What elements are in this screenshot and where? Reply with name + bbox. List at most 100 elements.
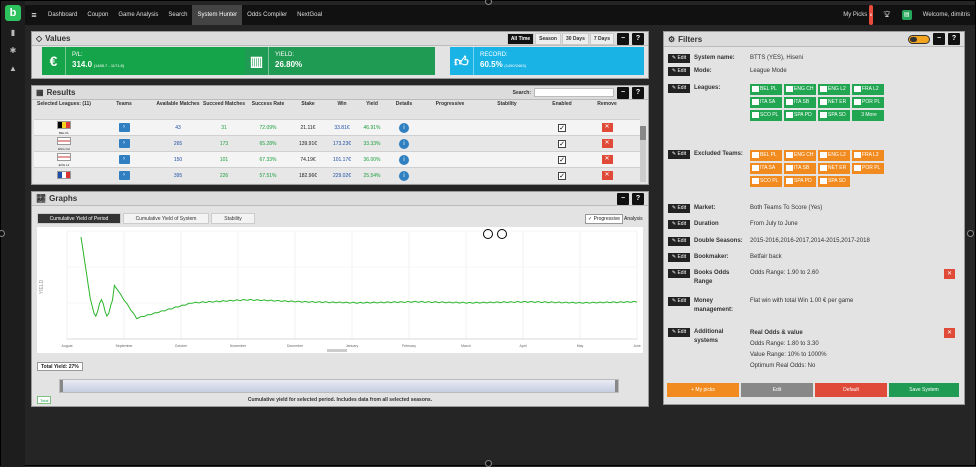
nav-search[interactable]: Search <box>163 5 192 25</box>
enabled-checkbox[interactable]: ✓ <box>558 171 566 180</box>
help-button[interactable]: ? <box>632 86 644 99</box>
expand-teams-button[interactable]: › <box>118 139 130 148</box>
save-system-button[interactable]: Save System <box>889 383 959 397</box>
my-picks-link[interactable]: My Picks 8 <box>838 5 878 25</box>
col-success-rate[interactable]: Success Rate <box>246 101 290 107</box>
results-scrollbar[interactable] <box>640 126 646 182</box>
league-chip[interactable]: ITA SB <box>784 97 816 108</box>
notification-icon[interactable]: ▤ <box>901 10 912 20</box>
edit-button[interactable]: ✎ Edit <box>668 150 690 159</box>
league-chip[interactable]: ENG CH <box>784 84 816 95</box>
league-chip[interactable]: SCO PL <box>750 176 782 187</box>
nav-system-hunter[interactable]: System Hunter <box>192 5 243 25</box>
expand-teams-button[interactable]: › <box>118 171 130 180</box>
app-logo[interactable]: b <box>5 5 21 21</box>
nav-dashboard[interactable]: Dashboard <box>43 5 82 25</box>
info-icon[interactable]: i <box>399 122 409 133</box>
league-chip[interactable]: SCO PL <box>750 110 782 121</box>
league-chip[interactable]: NET ER <box>818 97 850 108</box>
nav-coupon[interactable]: Coupon <box>82 5 113 25</box>
edit-button[interactable]: ✎ Edit <box>668 204 690 213</box>
league-chip[interactable]: ENG L2 <box>818 150 850 161</box>
info-icon[interactable]: i <box>399 138 409 149</box>
expand-teams-button[interactable]: › <box>118 155 130 164</box>
collapse-button[interactable]: − <box>617 86 629 99</box>
period-all-time[interactable]: All Time <box>506 32 535 45</box>
col-remove[interactable]: Remove <box>588 101 626 107</box>
gear-icon[interactable]: ✱ <box>7 45 19 57</box>
my-picks-button[interactable]: + My picks <box>667 383 739 397</box>
league-chip[interactable]: BEL PL <box>750 150 782 161</box>
nav-nextgoal[interactable]: NextGoal <box>292 5 327 25</box>
col-available[interactable]: Available Matches <box>154 101 202 107</box>
tab-cumulative-period[interactable]: Cumulative Yield of Period <box>37 213 121 224</box>
edit-button[interactable]: ✎ Edit <box>668 67 690 76</box>
league-chip[interactable]: FRA L2 <box>852 84 884 95</box>
more-leagues-button[interactable]: 3 More <box>852 110 884 121</box>
cumulative-toggle[interactable] <box>908 34 930 44</box>
enabled-checkbox[interactable]: ✓ <box>558 139 566 148</box>
league-chip[interactable]: SPA SD <box>818 176 850 187</box>
col-details[interactable]: Details <box>386 101 422 107</box>
tab-stability[interactable]: Stability <box>211 213 255 224</box>
dashboard-icon[interactable]: ▮ <box>7 27 19 39</box>
resize-handle-right[interactable] <box>967 230 974 237</box>
remove-button[interactable]: ✕ <box>601 155 613 164</box>
progressive-toggle[interactable]: ✓ Progressive Analysis <box>585 214 643 224</box>
edit-button[interactable]: ✎ Edit <box>668 269 690 278</box>
col-yield[interactable]: Yield <box>358 101 386 107</box>
edit-button[interactable]: ✎ Edit <box>668 84 690 93</box>
progressive-checkbox[interactable]: ✓ Progressive <box>585 214 623 224</box>
search-input[interactable] <box>534 88 614 97</box>
remove-button[interactable]: ✕ <box>601 171 613 180</box>
navigator-right-handle[interactable] <box>615 380 618 392</box>
league-chip[interactable]: FRA L2 <box>852 150 884 161</box>
col-teams[interactable]: Teams <box>94 101 154 107</box>
edit-button[interactable]: ✎ Edit <box>668 328 690 337</box>
info-icon[interactable]: i <box>399 154 409 165</box>
league-chip[interactable]: BEL PL <box>750 84 782 95</box>
tab-cumulative-system[interactable]: Cumulative Yield of System <box>123 213 209 224</box>
trophy-icon[interactable]: 🏆︎ <box>878 5 896 25</box>
collapse-button[interactable]: − <box>617 192 629 205</box>
period-7-days[interactable]: 7 Days <box>589 32 614 45</box>
league-chip[interactable]: ENG L2 <box>818 84 850 95</box>
remove-button[interactable]: ✕ <box>601 139 613 148</box>
league-chip[interactable]: NET ER <box>818 163 850 174</box>
hamburger-icon[interactable]: ≡ <box>25 10 43 20</box>
period-navigator[interactable] <box>59 379 619 393</box>
col-stability[interactable]: Stability <box>478 101 536 107</box>
col-progressive[interactable]: Progressive <box>422 101 478 107</box>
default-button[interactable]: Default <box>815 383 887 397</box>
col-succeed[interactable]: Succeed Matches <box>202 101 246 107</box>
collapse-button[interactable]: − <box>617 32 629 45</box>
edit-system-button[interactable]: Edit <box>741 383 813 397</box>
period-season[interactable]: Season <box>535 32 561 45</box>
edit-button[interactable]: ✎ Edit <box>668 253 690 262</box>
league-chip[interactable]: ENG CH <box>784 150 816 161</box>
collapse-button[interactable]: − <box>933 33 945 45</box>
nav-game-analysis[interactable]: Game Analysis <box>113 5 163 25</box>
remove-filter-button[interactable]: ✕ <box>944 269 955 279</box>
remove-button[interactable]: ✕ <box>601 123 613 132</box>
edit-button[interactable]: ✎ Edit <box>668 237 690 246</box>
league-chip[interactable]: POR PL <box>852 163 884 174</box>
enabled-checkbox[interactable]: ✓ <box>558 123 566 132</box>
nav-odds-compiler[interactable]: Odds Compiler <box>242 5 292 25</box>
league-chip[interactable]: ITA SA <box>750 97 782 108</box>
league-chip[interactable]: POR PL <box>852 97 884 108</box>
league-chip[interactable]: SPA PD <box>784 110 816 121</box>
edit-button[interactable]: ✎ Edit <box>668 54 690 63</box>
chart-resize-grip[interactable] <box>327 349 347 352</box>
navigator-left-handle[interactable] <box>60 380 63 392</box>
expand-teams-button[interactable]: › <box>118 123 130 132</box>
remove-filter-button[interactable]: ✕ <box>944 328 955 338</box>
col-win[interactable]: Win <box>326 101 358 107</box>
help-button[interactable]: ? <box>632 192 644 205</box>
league-chip[interactable]: SPA SD <box>818 110 850 121</box>
help-button[interactable]: ? <box>632 32 644 45</box>
league-chip[interactable]: ITA SA <box>750 163 782 174</box>
welcome-user[interactable]: Welcome, dimitris <box>918 5 975 25</box>
league-chip[interactable]: SPA PD <box>784 176 816 187</box>
col-enabled[interactable]: Enabled <box>536 101 588 107</box>
